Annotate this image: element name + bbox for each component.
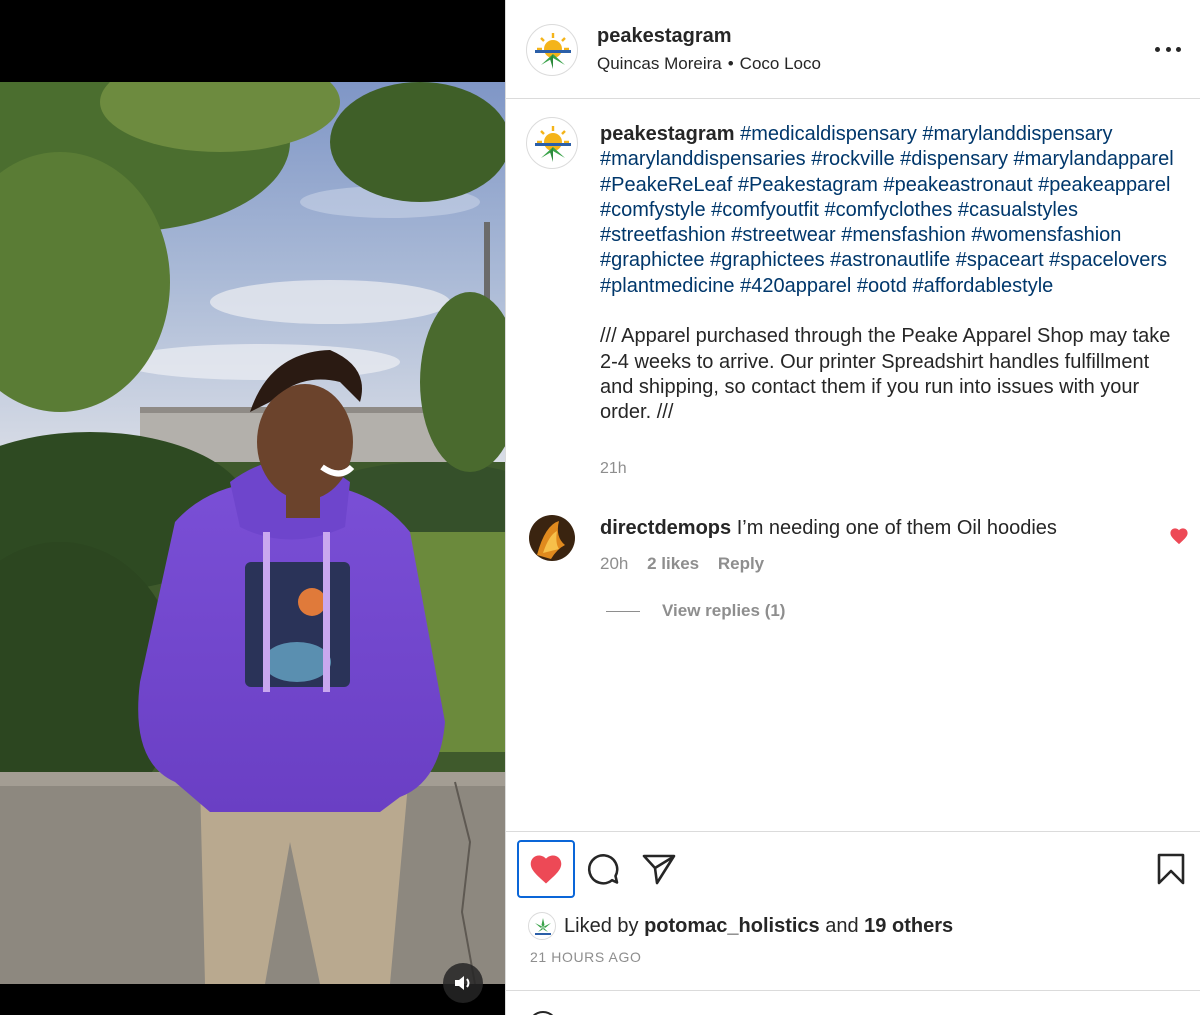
mute-toggle-button[interactable]	[443, 963, 483, 1003]
caption-timestamp[interactable]: 21h	[600, 460, 627, 478]
comment-like-heart-icon[interactable]	[1169, 527, 1189, 545]
peake-logo-icon	[535, 33, 571, 69]
comment-meta: 20h 2 likes Reply	[600, 554, 778, 574]
profile-avatar[interactable]	[526, 24, 578, 76]
caption-hashtags[interactable]: #medicaldispensary #marylanddispensary #…	[600, 123, 1174, 297]
post-media[interactable]	[0, 0, 505, 1015]
liked-by-and: and	[825, 914, 859, 937]
share-button[interactable]	[640, 850, 678, 888]
caption-username[interactable]: peakestagram	[600, 123, 735, 145]
post-photo[interactable]	[0, 82, 505, 984]
like-button[interactable]	[517, 840, 575, 898]
view-replies-button[interactable]: View replies (1)	[606, 601, 785, 621]
photo-illustration	[0, 82, 505, 984]
commenter-username[interactable]: directdemops	[600, 517, 731, 539]
commenter-avatar[interactable]	[529, 515, 575, 561]
replies-divider-line	[606, 610, 640, 612]
post-date[interactable]: 21 HOURS AGO	[530, 949, 641, 965]
speaker-icon	[455, 976, 470, 990]
post-details-pane: peakestagram Quincas Moreira • Coco Loco p…	[505, 0, 1200, 1015]
more-options-icon[interactable]	[1155, 38, 1181, 60]
comment-icon	[587, 854, 619, 885]
comment-body: I’m needing one of them Oil hoodies	[736, 517, 1057, 539]
post-audio-info[interactable]: Quincas Moreira • Coco Loco	[597, 54, 821, 74]
emoji-icon[interactable]	[528, 1011, 558, 1015]
caption-avatar[interactable]	[526, 117, 578, 169]
save-button[interactable]	[1154, 851, 1188, 887]
audio-artist: Quincas Moreira	[597, 54, 722, 73]
view-replies-label: View replies (1)	[662, 601, 786, 620]
liked-by-summary: Liked by potomac_holistics and 19 others	[528, 912, 953, 940]
liker-avatar[interactable]	[528, 912, 556, 940]
post-header: peakestagram Quincas Moreira • Coco Loco	[506, 0, 1200, 99]
comment-timestamp[interactable]: 20h	[600, 554, 628, 573]
potomac-holistics-logo-icon	[535, 918, 551, 935]
liked-by-prefix: Liked by	[564, 914, 639, 937]
liked-by-others[interactable]: 19 others	[864, 915, 953, 938]
audio-track: Coco Loco	[739, 54, 821, 73]
add-comment-bar	[506, 990, 1200, 1015]
post-actions-section: Liked by potomac_holistics and 19 others…	[506, 831, 1200, 990]
peake-logo-icon	[535, 126, 571, 162]
heart-icon	[1170, 528, 1188, 545]
comment-button[interactable]	[584, 850, 622, 888]
comment-text: directdemops I’m needing one of them Oil…	[600, 517, 1057, 540]
post-author-username[interactable]: peakestagram	[597, 25, 732, 48]
liked-by-user[interactable]: potomac_holistics	[644, 915, 820, 938]
heart-icon	[530, 855, 562, 884]
reply-button[interactable]: Reply	[718, 554, 764, 573]
share-icon	[642, 854, 676, 885]
caption-body: /// Apparel purchased through the Peake …	[600, 325, 1171, 424]
bookmark-icon	[1157, 853, 1185, 885]
caption-text: peakestagram #medicaldispensary #marylan…	[600, 122, 1175, 426]
comment-likes-count[interactable]: 2 likes	[647, 554, 699, 573]
separator-dot: •	[727, 54, 734, 73]
commenter-avatar-image	[529, 515, 575, 561]
